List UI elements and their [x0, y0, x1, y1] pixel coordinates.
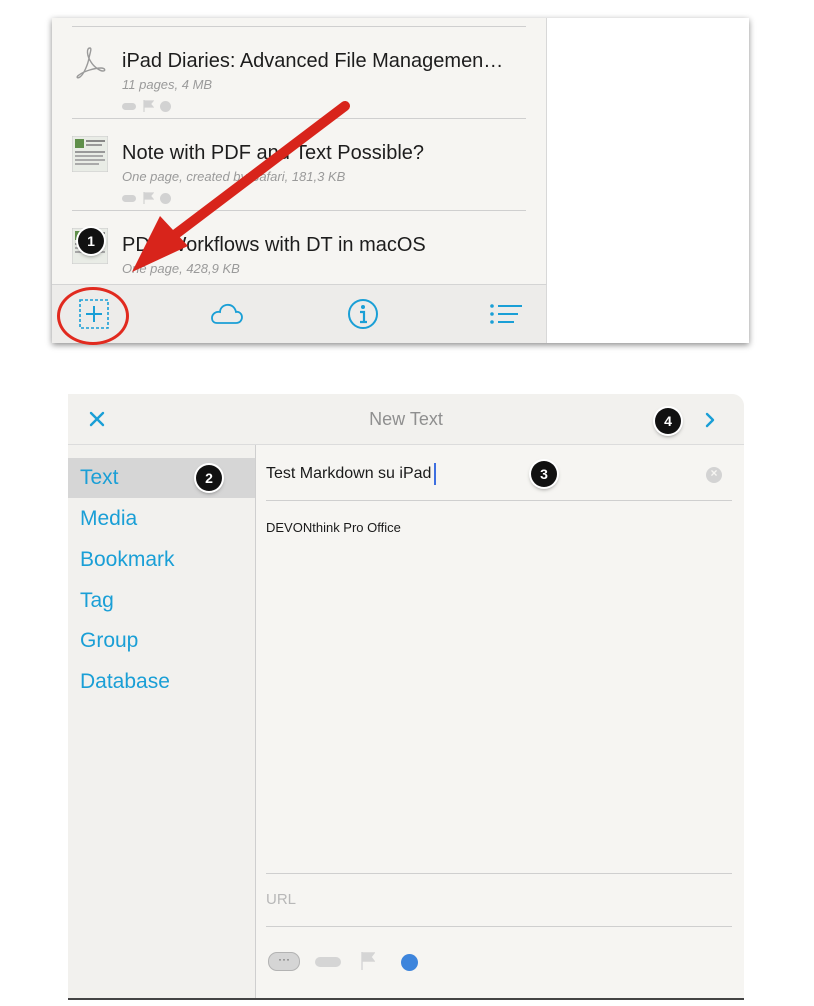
document-meta: One page, 428,9 KB [122, 261, 240, 276]
row-divider [72, 118, 526, 119]
list-item[interactable]: iPad Diaries: Advanced File Managemen… 1… [52, 26, 546, 118]
sidebar-item-text[interactable]: Text [68, 458, 255, 498]
list-icon[interactable] [488, 297, 524, 331]
label-dot [160, 101, 171, 112]
row-divider [72, 26, 526, 27]
flag-icon [143, 192, 154, 204]
modal-header: New Text [68, 394, 744, 445]
callout-1: 1 [78, 228, 104, 254]
bottom-border [68, 998, 744, 1000]
sidebar-item-bookmark[interactable]: Bookmark [68, 540, 255, 580]
sidebar-item-group[interactable]: Group [68, 621, 255, 661]
callout-2: 2 [196, 465, 222, 491]
tag-pill [122, 103, 136, 110]
document-meta: One page, created by Safari, 181,3 KB [122, 169, 346, 184]
more-button[interactable]: ··· [268, 952, 300, 971]
body-text-area[interactable]: DEVONthink Pro Office [266, 520, 401, 535]
document-meta: 11 pages, 4 MB [122, 77, 213, 92]
text-editor-pane: Test Markdown su iPad × DEVONthink Pro O… [256, 445, 744, 998]
modal-title: New Text [369, 409, 443, 429]
new-text-modal: New Text Text Media Bookmark Tag Group D… [68, 394, 744, 998]
tag-pill[interactable] [315, 957, 341, 967]
document-list: iPad Diaries: Advanced File Managemen… 1… [52, 18, 547, 296]
clear-icon[interactable]: × [706, 466, 722, 483]
url-divider-bottom [266, 926, 732, 927]
sidebar-item-database[interactable]: Database [68, 662, 255, 702]
sidebar-item-media[interactable]: Media [68, 499, 255, 539]
label-dot[interactable] [401, 954, 418, 971]
metadata-badges: ··· [268, 950, 468, 974]
chevron-right-icon[interactable] [698, 408, 722, 432]
sidebar-item-tag[interactable]: Tag [68, 581, 255, 621]
document-list-screenshot: iPad Diaries: Advanced File Managemen… 1… [52, 18, 749, 343]
flag-icon [143, 100, 154, 112]
url-divider [266, 873, 732, 874]
flag-icon[interactable] [361, 952, 375, 970]
label-dot [160, 193, 171, 204]
add-button-highlight [57, 287, 129, 345]
url-field[interactable]: URL [266, 891, 296, 908]
text-caret [434, 463, 437, 485]
document-title: PDF Workflows with DT in macOS [122, 234, 426, 256]
background-window-edge [744, 394, 814, 998]
name-input[interactable]: Test Markdown su iPad [266, 463, 437, 485]
callout-4: 4 [655, 408, 681, 434]
tag-pill [122, 195, 136, 202]
pdf-icon [76, 47, 106, 79]
document-title: Note with PDF and Text Possible? [122, 142, 425, 164]
type-sidebar: Text Media Bookmark Tag Group Database [68, 445, 256, 998]
name-divider [266, 500, 732, 501]
document-title: iPad Diaries: Advanced File Managemen… [122, 50, 504, 72]
name-input-value: Test Markdown su iPad [266, 465, 432, 483]
callout-3: 3 [531, 461, 557, 487]
info-icon[interactable] [345, 297, 381, 331]
cloud-icon[interactable] [208, 297, 244, 331]
document-thumbnail-icon [72, 136, 108, 172]
row-divider [72, 210, 526, 211]
list-item[interactable]: Note with PDF and Text Possible? One pag… [52, 118, 546, 210]
